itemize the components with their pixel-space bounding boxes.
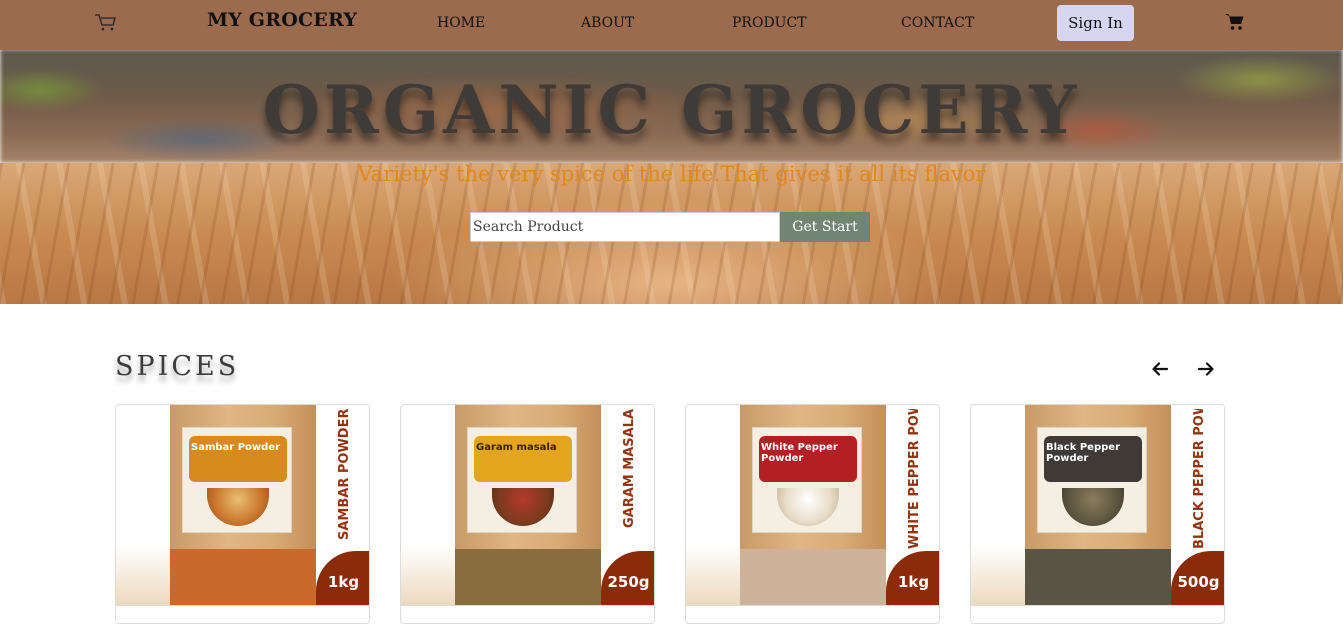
arrow-left-icon[interactable] xyxy=(1151,360,1169,378)
pouch-window xyxy=(1025,549,1171,605)
navbar: MY GROCERY HOME ABOUT PRODUCT CONTACT Si… xyxy=(0,0,1343,50)
search-input[interactable] xyxy=(470,212,780,242)
product-band-name: GARAM MASALA xyxy=(622,409,637,529)
card-divider xyxy=(116,605,369,606)
product-image[interactable]: Garam masala GARAM MASALA 250g xyxy=(401,405,654,605)
pouch-label: White Pepper Powder xyxy=(752,427,862,533)
product-weight-badge: 1kg xyxy=(886,551,939,605)
product-band-name: BLACK PEPPER POWD xyxy=(1192,409,1207,549)
hero-title: ORGANIC GROCERY xyxy=(262,71,1081,149)
nav-link-contact[interactable]: CONTACT xyxy=(901,15,974,31)
get-start-button[interactable]: Get Start xyxy=(780,212,870,242)
product-card[interactable]: Black Pepper Powder BLACK PEPPER POWD 50… xyxy=(970,404,1225,624)
product-weight: 1kg xyxy=(897,573,930,591)
pouch-label-name: Garam masala xyxy=(476,442,557,453)
product-card[interactable]: White Pepper Powder WHITE PEPPER POWDER … xyxy=(685,404,940,624)
spice-pouch: Black Pepper Powder xyxy=(1025,405,1171,605)
product-side-band: WHITE PEPPER POWDER 1kg xyxy=(886,405,939,605)
card-divider xyxy=(971,605,1224,606)
hero-tagline: Variety's the very spice of the life.Tha… xyxy=(357,162,986,186)
product-image[interactable]: Black Pepper Powder BLACK PEPPER POWD 50… xyxy=(971,405,1224,605)
product-image[interactable]: White Pepper Powder WHITE PEPPER POWDER … xyxy=(686,405,939,605)
arrow-right-icon[interactable] xyxy=(1197,360,1215,378)
cart-icon[interactable] xyxy=(94,12,118,32)
pouch-label-name: Black Pepper Powder xyxy=(1046,442,1120,464)
nav-link-home[interactable]: HOME xyxy=(437,15,485,31)
section-title-spices: SPICES xyxy=(115,351,240,382)
product-card[interactable]: Sambar Powder SAMBAR POWDER 1kg xyxy=(115,404,370,624)
product-band-name: SAMBAR POWDER xyxy=(337,409,352,541)
pouch-label: Black Pepper Powder xyxy=(1037,427,1147,533)
product-side-band: SAMBAR POWDER 1kg xyxy=(316,405,369,605)
pouch-window xyxy=(170,549,316,605)
spice-pouch: Garam masala xyxy=(455,405,601,605)
product-band-name: WHITE PEPPER POWDER xyxy=(907,409,922,549)
product-side-band: BLACK PEPPER POWD 500g xyxy=(1171,405,1224,605)
nav-link-about[interactable]: ABOUT xyxy=(581,15,634,31)
spice-bowl-image xyxy=(1062,488,1124,526)
product-weight: 500g xyxy=(1177,573,1220,591)
brand-logo-text[interactable]: MY GROCERY xyxy=(207,9,357,31)
spice-bowl-image xyxy=(492,488,554,526)
product-weight-badge: 500g xyxy=(1171,551,1224,605)
cart-icon[interactable] xyxy=(1225,12,1245,32)
spice-pouch: Sambar Powder xyxy=(170,405,316,605)
pouch-label: Sambar Powder xyxy=(182,427,292,533)
pouch-label: Garam masala xyxy=(467,427,577,533)
card-divider xyxy=(401,605,654,606)
product-image[interactable]: Sambar Powder SAMBAR POWDER 1kg xyxy=(116,405,369,605)
pouch-window xyxy=(740,549,886,605)
product-side-band: GARAM MASALA 250g xyxy=(601,405,654,605)
pouch-label-name: White Pepper Powder xyxy=(761,442,838,464)
hero-banner: ORGANIC GROCERY Variety's the very spice… xyxy=(0,50,1343,304)
spice-pouch: White Pepper Powder xyxy=(740,405,886,605)
product-weight: 250g xyxy=(607,573,650,591)
spice-bowl-image xyxy=(777,488,839,526)
pouch-label-name: Sambar Powder xyxy=(191,442,280,453)
product-weight-badge: 250g xyxy=(601,551,654,605)
spice-bowl-image xyxy=(207,488,269,526)
nav-link-product[interactable]: PRODUCT xyxy=(732,15,807,31)
product-weight-badge: 1kg xyxy=(316,551,369,605)
pouch-window xyxy=(455,549,601,605)
sign-in-button[interactable]: Sign In xyxy=(1057,5,1134,41)
product-card[interactable]: Garam masala GARAM MASALA 250g xyxy=(400,404,655,624)
card-divider xyxy=(686,605,939,606)
product-weight: 1kg xyxy=(327,573,360,591)
